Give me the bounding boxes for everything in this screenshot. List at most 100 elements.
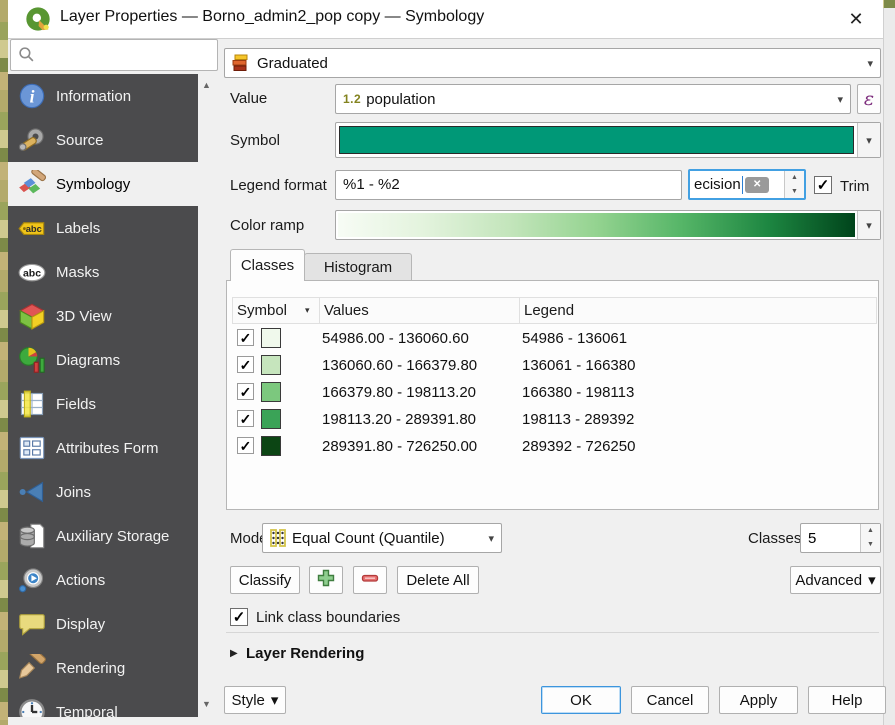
sidebar-item-actions[interactable]: Actions xyxy=(8,558,198,602)
collapse-arrow-icon[interactable]: ▶ xyxy=(230,648,238,659)
trim-label: Trim xyxy=(840,178,870,195)
help-button[interactable]: Help xyxy=(808,686,886,714)
class-symbol-swatch[interactable] xyxy=(261,355,281,375)
svg-text:i: i xyxy=(30,86,35,106)
sidebar-item-joins[interactable]: Joins xyxy=(8,470,198,514)
color-ramp-selector[interactable]: ▾ xyxy=(335,210,881,240)
sidebar-item-auxiliary-storage[interactable]: Auxiliary Storage xyxy=(8,514,198,558)
expression-builder-button[interactable]: ε xyxy=(857,84,881,114)
row-checkbox[interactable]: ✓ xyxy=(237,437,254,454)
sidebar-item-symbology[interactable]: Symbology xyxy=(8,162,198,206)
sidebar-item-label: Information xyxy=(56,87,132,105)
spin-up-icon[interactable]: ▲ xyxy=(861,524,880,538)
sidebar-search-input[interactable] xyxy=(10,39,218,71)
check-icon: ✓ xyxy=(239,384,252,400)
background-map-strip-left xyxy=(0,0,8,725)
scroll-down-icon[interactable]: ▼ xyxy=(198,699,215,709)
delete-all-button[interactable]: Delete All xyxy=(397,566,479,594)
trim-checkbox[interactable]: ✓ xyxy=(814,176,832,194)
cancel-label: Cancel xyxy=(646,691,694,709)
classes-spin-buttons[interactable]: ▲ ▼ xyxy=(860,524,880,552)
scroll-up-icon[interactable]: ▲ xyxy=(198,80,215,90)
class-values: 166379.80 - 198113.20 xyxy=(322,384,477,401)
column-header-label: Legend xyxy=(524,302,575,319)
class-symbol-swatch[interactable] xyxy=(261,436,281,456)
table-row[interactable]: ✓ 289391.80 - 726250.00 289392 - 726250 xyxy=(232,433,877,460)
class-symbol-swatch[interactable] xyxy=(261,328,281,348)
apply-button[interactable]: Apply xyxy=(719,686,798,714)
separator xyxy=(226,632,879,633)
clear-x-glyph: ✕ xyxy=(753,178,762,190)
spin-up-icon[interactable]: ▲ xyxy=(785,171,804,185)
classify-button[interactable]: Classify xyxy=(230,566,300,594)
remove-class-button[interactable] xyxy=(353,566,387,594)
tab-histogram[interactable]: Histogram xyxy=(304,253,412,281)
layer-properties-dialog: Layer Properties — Borno_admin2_pop copy… xyxy=(8,0,886,725)
spin-down-icon[interactable]: ▼ xyxy=(785,185,804,199)
renderer-type-dropdown[interactable]: Graduated ▾ xyxy=(224,48,881,78)
sidebar-item-temporal[interactable]: Temporal xyxy=(8,690,198,717)
column-header-values[interactable]: Values xyxy=(320,298,520,323)
check-icon: ✓ xyxy=(239,357,252,373)
sidebar-item-label: Masks xyxy=(56,263,100,281)
sidebar-item-diagrams[interactable]: Diagrams xyxy=(8,338,198,382)
link-class-boundaries-checkbox[interactable]: ✓ xyxy=(230,608,248,626)
sidebar-item-labels[interactable]: abc Labels xyxy=(8,206,198,250)
color-ramp-bar[interactable] xyxy=(338,213,855,237)
sidebar-item-information[interactable]: i Information xyxy=(8,74,198,118)
row-checkbox[interactable]: ✓ xyxy=(237,329,254,346)
classes-count-spinbox[interactable]: 5 ▲ ▼ xyxy=(800,523,881,553)
precision-spinbox[interactable]: ecision ✕ ▲ ▼ xyxy=(688,169,806,200)
check-icon: ✓ xyxy=(239,411,252,427)
table-row[interactable]: ✓ 198113.20 - 289391.80 198113 - 289392 xyxy=(232,406,877,433)
class-legend: 289392 - 726250 xyxy=(522,438,636,455)
column-header-symbol[interactable]: Symbol ▾ xyxy=(233,298,320,323)
ok-button[interactable]: OK xyxy=(541,686,621,714)
symbol-color-preview[interactable] xyxy=(339,126,854,154)
sidebar-item-3d-view[interactable]: 3D View xyxy=(8,294,198,338)
sidebar-scrollbar[interactable]: ▲ ▼ xyxy=(198,74,215,717)
cancel-button[interactable]: Cancel xyxy=(631,686,709,714)
close-button[interactable]: ✕ xyxy=(843,6,869,32)
table-row[interactable]: ✓ 136060.60 - 166379.80 136061 - 166380 xyxy=(232,352,877,379)
style-button[interactable]: Style ▾ xyxy=(224,686,286,714)
row-checkbox[interactable]: ✓ xyxy=(237,410,254,427)
value-field-value: population xyxy=(366,90,436,108)
row-checkbox[interactable]: ✓ xyxy=(237,383,254,400)
sidebar-item-fields[interactable]: Fields xyxy=(8,382,198,426)
precision-spin-buttons[interactable]: ▲ ▼ xyxy=(784,171,804,198)
tab-classes[interactable]: Classes xyxy=(230,249,305,281)
sidebar-item-attributes-form[interactable]: Attributes Form xyxy=(8,426,198,470)
sidebar-item-rendering[interactable]: Rendering xyxy=(8,646,198,690)
ok-label: OK xyxy=(570,691,592,709)
clear-icon[interactable]: ✕ xyxy=(745,176,770,193)
sidebar-item-masks[interactable]: abc Masks xyxy=(8,250,198,294)
mode-value: Equal Count (Quantile) xyxy=(292,529,445,547)
attributes-form-icon xyxy=(18,434,46,462)
spin-down-icon[interactable]: ▼ xyxy=(861,538,880,552)
window-title: Layer Properties — Borno_admin2_pop copy… xyxy=(60,8,485,25)
class-symbol-swatch[interactable] xyxy=(261,382,281,402)
mode-dropdown[interactable]: Equal Count (Quantile) ▾ xyxy=(262,523,502,553)
class-values: 289391.80 - 726250.00 xyxy=(322,438,478,455)
class-symbol-swatch[interactable] xyxy=(261,409,281,429)
help-label: Help xyxy=(831,691,863,709)
add-class-button[interactable] xyxy=(309,566,343,594)
precision-text: ecision xyxy=(694,176,741,193)
symbol-selector[interactable]: ▾ xyxy=(335,122,881,158)
sidebar-item-source[interactable]: Source xyxy=(8,118,198,162)
3d-view-icon xyxy=(18,302,46,330)
column-header-legend[interactable]: Legend xyxy=(520,298,876,323)
advanced-button[interactable]: Advanced ▾ xyxy=(790,566,881,594)
sidebar-item-display[interactable]: Display xyxy=(8,602,198,646)
table-row[interactable]: ✓ 54986.00 - 136060.60 54986 - 136061 xyxy=(232,325,877,352)
value-label: Value xyxy=(230,90,268,107)
value-field-dropdown[interactable]: 1.2 population ▾ xyxy=(335,84,851,114)
symbol-dropdown-button[interactable]: ▾ xyxy=(857,123,880,157)
layer-rendering-header[interactable]: Layer Rendering xyxy=(246,645,364,662)
color-ramp-dropdown-button[interactable]: ▾ xyxy=(857,211,880,239)
row-checkbox[interactable]: ✓ xyxy=(237,356,254,373)
check-icon: ✓ xyxy=(232,609,246,626)
legend-format-input[interactable]: %1 - %2 xyxy=(335,170,682,200)
table-row[interactable]: ✓ 166379.80 - 198113.20 166380 - 198113 xyxy=(232,379,877,406)
